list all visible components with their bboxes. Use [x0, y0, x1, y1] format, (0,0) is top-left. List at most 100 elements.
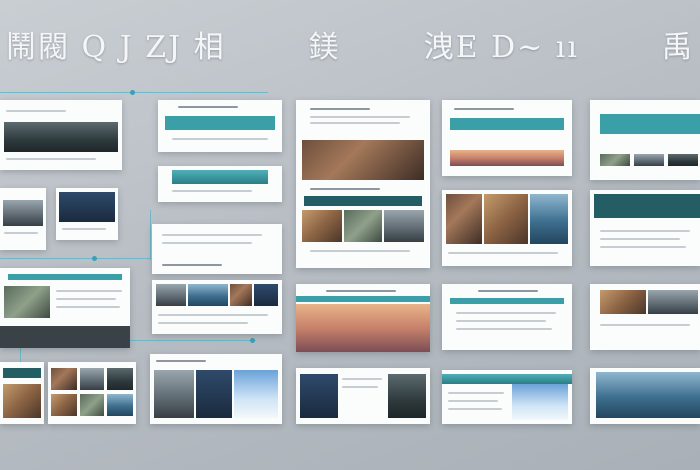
banner-segment-1: 鬧閥 Q J ZJ 相 — [6, 30, 226, 65]
thumbnail-card[interactable] — [0, 100, 122, 170]
text-line — [478, 290, 538, 292]
text-line — [310, 122, 400, 124]
card-image — [446, 194, 482, 244]
card-image — [388, 374, 426, 418]
card-image — [600, 154, 630, 166]
card-image — [254, 284, 278, 306]
thumbnail-card[interactable] — [152, 224, 282, 274]
text-line — [456, 320, 546, 322]
card-image — [234, 370, 278, 418]
card-image — [4, 122, 118, 152]
text-line — [310, 250, 410, 252]
card-image — [3, 384, 41, 418]
card-image — [648, 290, 698, 314]
thumbnail-card[interactable] — [0, 362, 44, 424]
text-line — [62, 228, 106, 230]
card-image — [668, 154, 698, 166]
connector-dot — [250, 338, 255, 343]
card-image — [484, 194, 528, 244]
header-bar — [304, 196, 422, 206]
text-line — [600, 324, 690, 326]
thumbnail-card[interactable] — [442, 370, 572, 424]
text-line — [162, 264, 222, 266]
thumbnail-card[interactable] — [158, 166, 282, 202]
card-image — [107, 394, 133, 416]
text-line — [56, 298, 116, 300]
thumbnail-card[interactable] — [590, 190, 700, 266]
text-line — [158, 314, 268, 316]
banner-segment-2: 鎂 — [308, 30, 341, 65]
thumbnail-card[interactable] — [150, 354, 282, 424]
text-line — [158, 322, 248, 324]
connector-line — [150, 210, 151, 260]
thumbnail-card[interactable] — [442, 100, 572, 176]
thumbnail-card[interactable] — [296, 100, 430, 268]
text-line — [162, 234, 262, 236]
text-line — [454, 108, 514, 110]
connector-line — [0, 258, 150, 259]
header-bar — [296, 296, 430, 302]
card-image — [230, 284, 252, 306]
card-image — [154, 370, 194, 418]
text-line — [6, 110, 66, 112]
thumbnail-card[interactable] — [56, 188, 118, 240]
text-line — [448, 400, 498, 402]
text-line — [310, 108, 370, 110]
header-bar — [449, 118, 565, 130]
header-bar — [165, 116, 275, 130]
card-image — [302, 140, 424, 180]
thumbnail-card[interactable] — [442, 190, 572, 266]
text-line — [178, 106, 238, 108]
card-image — [80, 368, 104, 390]
card-image — [450, 150, 564, 166]
text-line — [448, 408, 502, 410]
card-image — [172, 170, 268, 184]
thumbnail-card[interactable] — [296, 284, 430, 352]
card-image — [384, 210, 424, 242]
thumbnail-card[interactable] — [590, 284, 700, 350]
thumbnail-card[interactable] — [0, 188, 46, 250]
header-bar — [600, 114, 700, 134]
text-line — [456, 312, 556, 314]
card-image — [634, 154, 664, 166]
thumbnail-card[interactable] — [442, 284, 572, 350]
card-image — [442, 374, 572, 384]
thumbnail-card[interactable] — [0, 268, 130, 348]
text-line — [342, 386, 378, 388]
text-line — [448, 392, 504, 394]
header-bar — [449, 298, 565, 304]
text-line — [156, 360, 206, 362]
thumbnail-card[interactable] — [48, 362, 136, 424]
text-line — [600, 238, 680, 240]
text-line — [310, 188, 380, 190]
text-line — [6, 158, 96, 160]
text-line — [310, 116, 410, 118]
card-image — [344, 210, 382, 242]
text-line — [172, 138, 268, 140]
header-bar — [594, 194, 700, 218]
text-line — [600, 246, 686, 248]
card-image — [3, 200, 43, 226]
card-image — [196, 370, 232, 418]
text-line — [56, 290, 122, 292]
header-bar — [7, 274, 123, 280]
text-line — [448, 252, 558, 254]
card-image — [4, 286, 50, 318]
card-image — [107, 368, 133, 390]
text-line — [4, 232, 38, 234]
card-footer — [0, 326, 130, 348]
card-image — [51, 368, 77, 390]
text-line — [600, 230, 690, 232]
card-image — [51, 394, 77, 416]
text-line — [172, 190, 252, 192]
banner-segment-3: 洩E D~ ıı — [423, 30, 579, 65]
banner-segment-4: 禹 — [662, 30, 694, 65]
card-image — [596, 372, 700, 418]
thumbnail-card[interactable] — [296, 368, 430, 424]
connector-dot — [130, 90, 135, 95]
card-image — [530, 194, 568, 244]
thumbnail-card[interactable] — [158, 100, 282, 152]
thumbnail-card[interactable] — [590, 368, 700, 424]
thumbnail-card[interactable] — [590, 100, 700, 180]
thumbnail-card[interactable] — [152, 280, 282, 334]
